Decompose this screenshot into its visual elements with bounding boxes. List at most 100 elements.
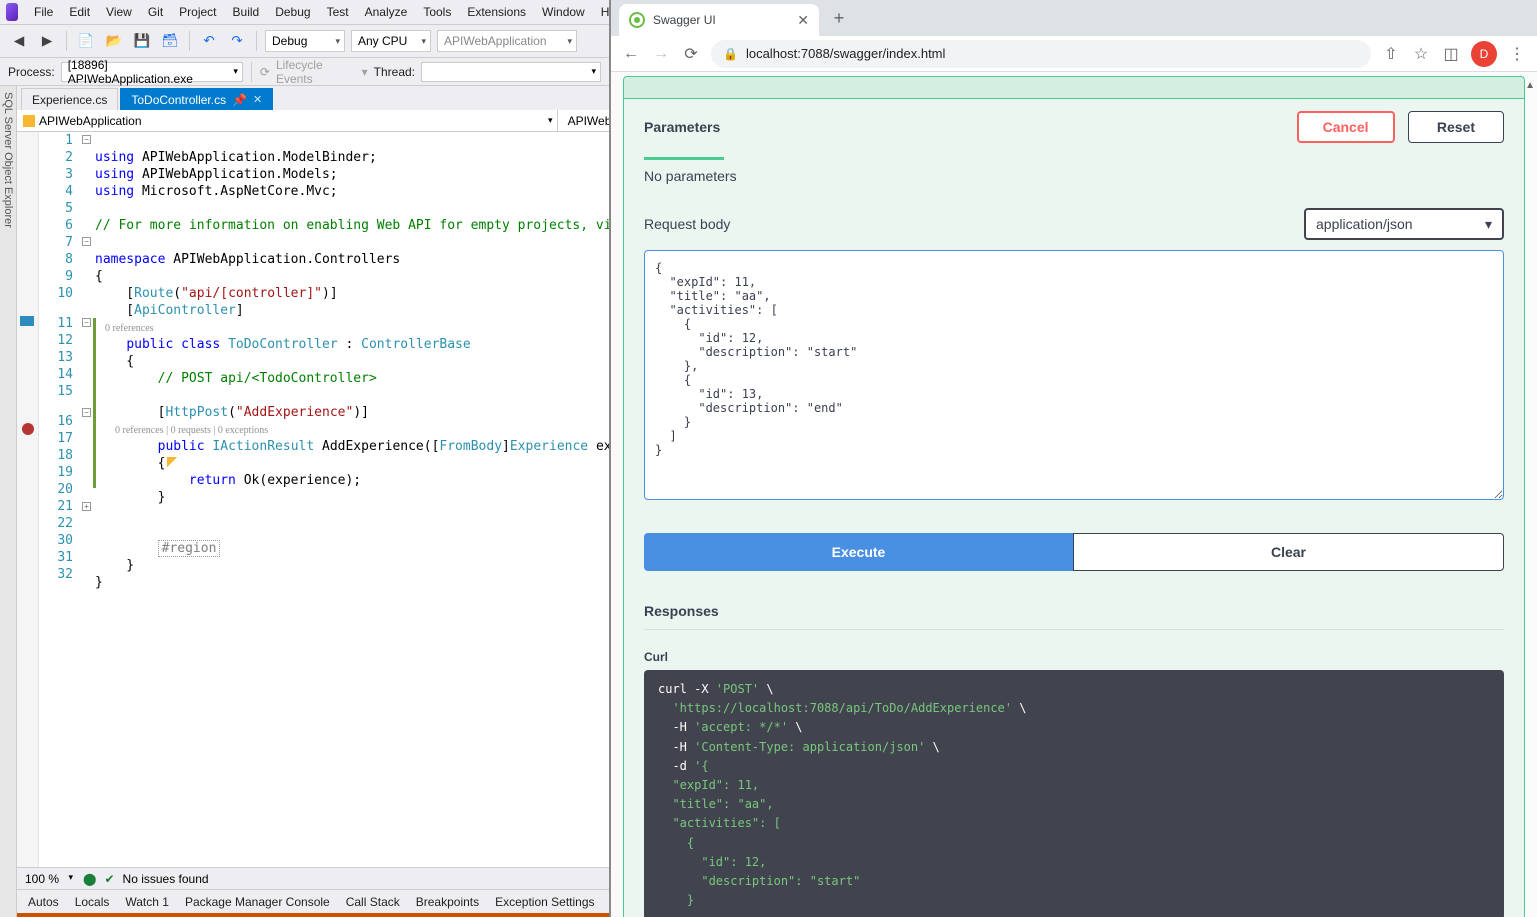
curl-output[interactable]: curl -X 'POST' \ 'https://localhost:7088… bbox=[644, 670, 1504, 917]
tab-title: Swagger UI bbox=[653, 13, 716, 27]
new-project-button[interactable]: 📄 bbox=[75, 30, 97, 52]
execute-button[interactable]: Execute bbox=[644, 533, 1073, 571]
bookmark-icon[interactable]: ☆ bbox=[1411, 44, 1431, 64]
menu-git[interactable]: Git bbox=[142, 3, 169, 21]
thread-label: Thread: bbox=[374, 65, 415, 79]
config-dropdown[interactable]: Debug bbox=[265, 30, 345, 52]
thread-dropdown[interactable] bbox=[421, 62, 601, 82]
line-numbers: 1234567891011121314151617181920212230313… bbox=[39, 132, 81, 867]
code-editor[interactable]: 1234567891011121314151617181920212230313… bbox=[17, 132, 609, 867]
menu-test[interactable]: Test bbox=[321, 3, 355, 21]
class-dropdown[interactable]: APIWebApplication.Contro bbox=[558, 110, 609, 131]
tab-callstack[interactable]: Call Stack bbox=[339, 892, 407, 912]
breakpoint-icon[interactable] bbox=[22, 423, 34, 435]
undo-button[interactable]: ↶ bbox=[198, 30, 220, 52]
override-icon[interactable] bbox=[20, 316, 34, 326]
menu-analyze[interactable]: Analyze bbox=[359, 3, 414, 21]
lock-icon[interactable]: 🔒 bbox=[723, 47, 738, 61]
reset-button[interactable]: Reset bbox=[1408, 111, 1504, 143]
health-icon[interactable]: ⬤ bbox=[83, 872, 96, 886]
favicon-swagger-icon bbox=[629, 12, 645, 28]
redo-button[interactable]: ↷ bbox=[226, 30, 248, 52]
no-parameters-label: No parameters bbox=[644, 160, 1504, 198]
navigation-bar: APIWebApplication APIWebApplication.Cont… bbox=[17, 110, 609, 132]
menu-file[interactable]: File bbox=[28, 3, 59, 21]
tab-todocontroller[interactable]: ToDoController.cs 📌 ✕ bbox=[120, 88, 273, 110]
profile-avatar[interactable]: D bbox=[1471, 41, 1497, 67]
process-dropdown[interactable]: [18896] APIWebApplication.exe bbox=[61, 62, 243, 82]
sql-explorer-tab[interactable]: SQL Server Object Explorer bbox=[0, 86, 17, 917]
glyph-margin[interactable] bbox=[17, 132, 39, 867]
back-button[interactable]: ◀ bbox=[8, 30, 30, 52]
issues-label[interactable]: No issues found bbox=[123, 872, 209, 886]
reload-icon[interactable]: ⟳ bbox=[681, 44, 701, 64]
content-type-select[interactable]: application/json bbox=[1304, 208, 1504, 240]
fold-icon[interactable]: − bbox=[82, 408, 91, 417]
bottom-tool-tabs: Autos Locals Watch 1 Package Manager Con… bbox=[17, 889, 609, 913]
swagger-operation: Parameters Cancel Reset No parameters Re… bbox=[623, 76, 1525, 917]
editor-status-bar: 100 % ⬤ ✔ No issues found 🖌 bbox=[17, 867, 609, 889]
back-icon[interactable]: ← bbox=[621, 44, 641, 64]
separator bbox=[189, 31, 190, 51]
chrome-tab-bar: Swagger UI ✕ + bbox=[611, 0, 1537, 36]
sidepanel-icon[interactable]: ◫ bbox=[1441, 44, 1461, 64]
menu-build[interactable]: Build bbox=[227, 3, 266, 21]
cancel-button[interactable]: Cancel bbox=[1297, 111, 1395, 143]
tab-experience[interactable]: Experience.cs bbox=[21, 88, 118, 110]
codelens[interactable]: 0 references | 0 requests | 0 exceptions bbox=[115, 425, 268, 436]
menu-project[interactable]: Project bbox=[173, 3, 222, 21]
params-header: Parameters Cancel Reset bbox=[644, 111, 1504, 143]
tab-watch[interactable]: Watch 1 bbox=[118, 892, 176, 912]
clear-button[interactable]: Clear bbox=[1073, 533, 1504, 571]
save-all-button[interactable]: 🗃 bbox=[159, 30, 181, 52]
operation-header[interactable] bbox=[624, 77, 1524, 99]
tab-exceptions[interactable]: Exception Settings bbox=[488, 892, 601, 912]
request-body-textarea[interactable] bbox=[644, 250, 1504, 500]
platform-dropdown[interactable]: Any CPU bbox=[351, 30, 431, 52]
codelens[interactable]: 0 references bbox=[105, 323, 154, 334]
save-button[interactable]: 💾 bbox=[131, 30, 153, 52]
new-tab-button[interactable]: + bbox=[825, 4, 853, 32]
execute-row: Execute Clear bbox=[644, 533, 1504, 571]
collapsed-region[interactable]: #region bbox=[158, 540, 221, 557]
main-menu-bar: File Edit View Git Project Build Debug T… bbox=[0, 0, 609, 24]
menu-edit[interactable]: Edit bbox=[63, 3, 96, 21]
chrome-window: Swagger UI ✕ + ← → ⟳ 🔒 localhost:7088/sw… bbox=[611, 0, 1537, 917]
edit-icon bbox=[167, 457, 177, 467]
menu-extensions[interactable]: Extensions bbox=[461, 3, 532, 21]
fold-column[interactable]: − − − − + bbox=[81, 132, 95, 867]
fold-icon[interactable]: − bbox=[82, 237, 91, 246]
namespace-dropdown[interactable]: APIWebApplication bbox=[17, 110, 558, 131]
lifecycle-label: Lifecycle Events bbox=[276, 58, 356, 86]
tab-locals[interactable]: Locals bbox=[68, 892, 117, 912]
close-icon[interactable]: ✕ bbox=[253, 93, 262, 106]
menu-view[interactable]: View bbox=[100, 3, 138, 21]
address-bar[interactable]: 🔒 localhost:7088/swagger/index.html bbox=[711, 40, 1371, 68]
menu-debug[interactable]: Debug bbox=[269, 3, 316, 21]
swagger-content[interactable]: ▲ Parameters Cancel Reset No parameters … bbox=[611, 72, 1537, 917]
fold-icon[interactable]: + bbox=[82, 502, 91, 511]
tab-breakpoints[interactable]: Breakpoints bbox=[409, 892, 486, 912]
close-tab-icon[interactable]: ✕ bbox=[797, 12, 809, 29]
menu-icon[interactable]: ⋮ bbox=[1507, 44, 1527, 64]
lifecycle-icon: ⟳ bbox=[260, 65, 270, 79]
menu-window[interactable]: Window bbox=[536, 3, 591, 21]
tab-pmc[interactable]: Package Manager Console bbox=[178, 892, 337, 912]
menu-tools[interactable]: Tools bbox=[417, 3, 457, 21]
start-dropdown[interactable]: APIWebApplication bbox=[437, 30, 577, 52]
tab-command[interactable]: Command Wind bbox=[604, 892, 609, 912]
zoom-dropdown[interactable]: 100 % bbox=[25, 872, 75, 886]
params-title: Parameters bbox=[644, 119, 720, 135]
file-tabs: Experience.cs ToDoController.cs 📌 ✕ bbox=[17, 86, 609, 110]
share-icon[interactable]: ⇧ bbox=[1381, 44, 1401, 64]
code-content[interactable]: using APIWebApplication.ModelBinder; usi… bbox=[95, 132, 609, 867]
fold-icon[interactable]: − bbox=[82, 318, 91, 327]
open-button[interactable]: 📂 bbox=[103, 30, 125, 52]
browser-tab-swagger[interactable]: Swagger UI ✕ bbox=[619, 4, 819, 36]
fold-icon[interactable]: − bbox=[82, 135, 91, 144]
request-body-label: Request body bbox=[644, 216, 730, 232]
tab-autos[interactable]: Autos bbox=[21, 892, 66, 912]
scroll-up-icon[interactable]: ▲ bbox=[1525, 80, 1535, 91]
pin-icon[interactable]: 📌 bbox=[232, 93, 247, 107]
forward-button[interactable]: ▶ bbox=[36, 30, 58, 52]
